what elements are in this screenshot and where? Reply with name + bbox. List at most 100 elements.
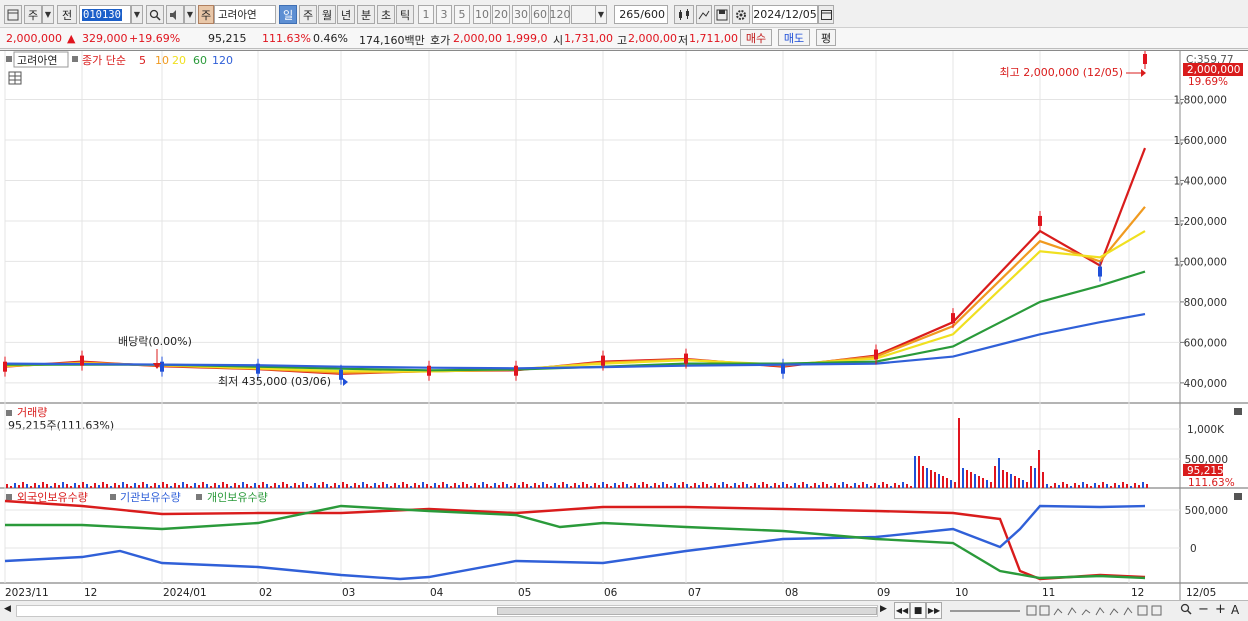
eval-button[interactable]: 평	[816, 29, 836, 46]
volume-bar	[694, 483, 696, 488]
sell-button[interactable]: 매도	[778, 29, 810, 46]
chart-svg[interactable]: 1,800,000 1,600,000 1,400,000 1,200,000 1,00…	[0, 49, 1248, 601]
change-pct: +19.69%	[129, 32, 181, 45]
scroll-right-button[interactable]: ▶	[880, 604, 887, 614]
scroll-track[interactable]	[16, 605, 878, 617]
volume-bar	[958, 418, 960, 488]
zoom-out-button[interactable]: −	[1198, 602, 1209, 617]
volume-bar	[174, 483, 176, 488]
volume-bar	[14, 483, 16, 488]
volume-bar	[1014, 476, 1016, 488]
volume-bar	[658, 485, 660, 488]
tab-period-4[interactable]: 분	[357, 5, 375, 24]
tab-period-3[interactable]: 년	[337, 5, 355, 24]
tab-interval-60[interactable]: 60	[531, 5, 549, 24]
chart-area[interactable]: 1,800,000 1,600,000 1,400,000 1,200,000 1,00…	[0, 49, 1248, 601]
volume-bar	[466, 484, 468, 488]
stock-name-field[interactable]: 고려아연	[214, 5, 276, 24]
y-tick-label: 800,000	[1184, 297, 1227, 309]
volume-bar	[538, 485, 540, 488]
volume-bar	[370, 486, 372, 488]
volume-bar	[1030, 466, 1032, 488]
bid-label: 호가	[430, 34, 451, 47]
layout-icon[interactable]	[4, 5, 22, 24]
volume-bar	[874, 483, 876, 488]
font-size-button[interactable]: A	[1231, 603, 1239, 617]
zoom-slider[interactable]	[950, 610, 1020, 612]
volume-bar	[330, 486, 332, 488]
interval-custom-field[interactable]	[571, 5, 597, 24]
tab-period-0[interactable]: 일	[279, 5, 297, 24]
market-type-dropdown[interactable]: ▼	[42, 5, 54, 24]
volume-bar	[406, 484, 408, 488]
tab-interval-3[interactable]: 3	[436, 5, 452, 24]
tab-interval-10[interactable]: 10	[473, 5, 491, 24]
volume-tag-text: 95,215	[1187, 465, 1224, 477]
first-button[interactable]: ◀◀	[894, 602, 910, 619]
tab-period-5[interactable]: 초	[377, 5, 395, 24]
volume-bar	[6, 484, 8, 488]
volume-bar	[390, 486, 392, 488]
stock-code-input[interactable]: 010130	[79, 5, 131, 24]
interval-dropdown[interactable]: ▼	[595, 5, 607, 24]
volume-bar	[550, 486, 552, 488]
magnifier-icon[interactable]	[1180, 603, 1192, 618]
tab-interval-30[interactable]: 30	[512, 5, 530, 24]
tool-icons[interactable]	[1026, 604, 1176, 618]
volume-bar	[970, 472, 972, 488]
drawing-tool-icon[interactable]	[696, 5, 712, 24]
volume-bar	[310, 486, 312, 488]
volume-bar	[974, 474, 976, 488]
market-type-select[interactable]: 주	[24, 5, 42, 24]
volume-bar	[762, 482, 764, 488]
volume-bar	[530, 486, 532, 488]
count-field[interactable]: 265/600	[614, 5, 668, 24]
volume-bar	[814, 483, 816, 488]
search-icon[interactable]	[146, 5, 164, 24]
volume-bar	[222, 482, 224, 488]
volume-bar	[690, 486, 692, 488]
tab-interval-1[interactable]: 1	[418, 5, 434, 24]
speaker-icon[interactable]	[166, 5, 184, 24]
volume-bar	[918, 456, 920, 488]
legend-ma-period: 120	[212, 54, 233, 67]
y-tick-label: 1,000,000	[1174, 256, 1227, 268]
volume-bar	[458, 485, 460, 488]
volume-bar	[90, 486, 92, 488]
prev-button[interactable]: 전	[57, 5, 77, 24]
volume-bar	[1054, 483, 1056, 488]
stop-button[interactable]: ■	[910, 602, 926, 619]
tab-period-1[interactable]: 주	[299, 5, 317, 24]
last-button[interactable]: ▶▶	[926, 602, 942, 619]
volume-bar	[118, 485, 120, 488]
legend-ma-period: 20	[172, 54, 186, 67]
scroll-left-button[interactable]: ◀	[4, 604, 16, 618]
save-icon[interactable]	[714, 5, 730, 24]
volume-bar	[782, 482, 784, 488]
date-field[interactable]: 2024/12/05	[752, 5, 818, 24]
tab-interval-120[interactable]: 120	[550, 5, 571, 24]
x-axis-label: 03	[342, 587, 355, 599]
zoom-in-button[interactable]: +	[1215, 602, 1226, 617]
calendar-icon[interactable]	[818, 5, 834, 24]
gear-icon[interactable]	[732, 5, 750, 24]
tab-interval-20[interactable]: 20	[492, 5, 510, 24]
scroll-thumb[interactable]	[497, 607, 877, 615]
volume-bar	[490, 486, 492, 488]
stock-code-dropdown[interactable]: ▼	[131, 5, 143, 24]
tab-period-2[interactable]: 월	[318, 5, 336, 24]
volume-value: 95,215	[208, 32, 247, 45]
buy-button[interactable]: 매수	[740, 29, 772, 46]
volume-bar	[130, 486, 132, 488]
volume-bar	[638, 485, 640, 488]
speaker-dropdown[interactable]: ▼	[184, 5, 196, 24]
bid-values: 2,000,00 1,999,0	[453, 32, 548, 45]
tab-period-6[interactable]: 틱	[396, 5, 414, 24]
holding-panel-close-icon	[1234, 493, 1242, 500]
volume-legend-marker	[6, 410, 12, 416]
volume-title: 거래량	[17, 406, 47, 419]
tab-interval-5[interactable]: 5	[454, 5, 470, 24]
volume-bar	[1046, 484, 1048, 488]
stock-type-badge: 주	[198, 5, 214, 24]
candle-icon[interactable]	[674, 5, 694, 24]
